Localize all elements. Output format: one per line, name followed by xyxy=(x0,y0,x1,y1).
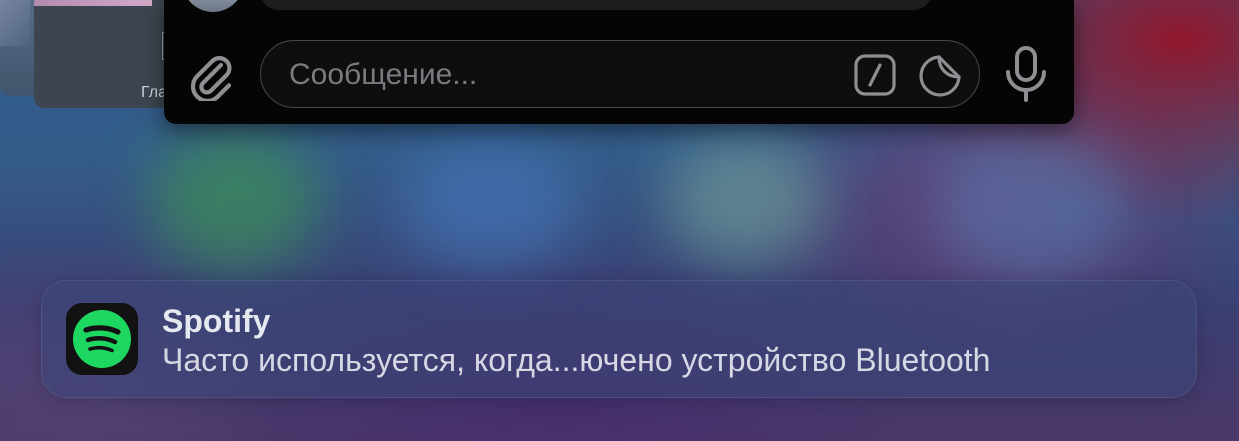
spotify-notification[interactable]: Spotify Часто используется, когда...ючен… xyxy=(41,280,1197,398)
chat-composer-panel xyxy=(164,0,1074,124)
background-window-left[interactable] xyxy=(0,0,36,96)
blurred-app-icon xyxy=(665,135,825,265)
slash-command-icon xyxy=(854,54,896,96)
commands-button[interactable] xyxy=(853,53,897,97)
window-thumbnail xyxy=(0,0,30,46)
spotify-app-icon xyxy=(66,303,138,375)
blurred-app-icon xyxy=(150,130,320,270)
spotify-logo-icon xyxy=(73,310,131,368)
attach-button[interactable] xyxy=(184,48,240,104)
message-field[interactable] xyxy=(260,40,980,108)
avatar[interactable] xyxy=(182,0,244,12)
window-thumbnail-strip xyxy=(34,0,152,6)
paperclip-icon xyxy=(190,56,232,101)
sticker-icon xyxy=(919,55,961,97)
blurred-app-icon xyxy=(930,130,1130,280)
blurred-app-icon xyxy=(400,140,580,270)
background-window[interactable]: Гла xyxy=(34,0,184,108)
message-input[interactable] xyxy=(287,53,831,97)
sticker-button[interactable] xyxy=(917,53,963,99)
microphone-button[interactable] xyxy=(998,42,1054,106)
previous-message-bubble xyxy=(260,0,932,10)
notification-app-name: Spotify xyxy=(162,303,271,339)
notification-message: Часто используется, когда...ючено устрой… xyxy=(162,342,991,378)
microphone-icon xyxy=(1006,46,1046,102)
